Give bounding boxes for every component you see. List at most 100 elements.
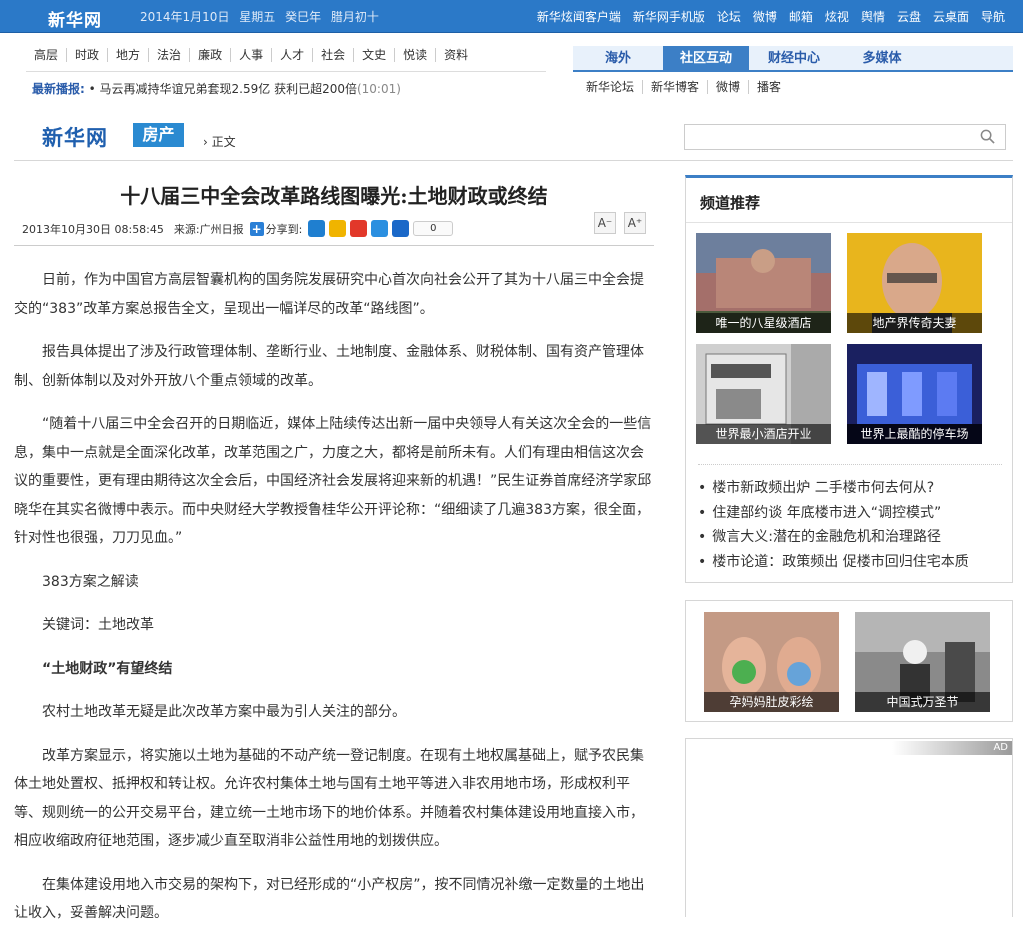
thumb-coolest-parking[interactable]: 世界上最酷的停车场 <box>847 344 982 444</box>
source-label: 来源: <box>173 222 200 236</box>
tab-community[interactable]: 社区互动 <box>663 46 749 72</box>
ticker-headline[interactable]: • 马云再减持华谊兄弟套现2.59亿 获利已超200倍 <box>89 82 357 96</box>
nav-item-integrity[interactable]: 廉政 <box>190 48 232 62</box>
nav-item-politics[interactable]: 时政 <box>67 48 109 62</box>
meta-divider <box>14 245 654 246</box>
top-link-client[interactable]: 新华炫闻客户端 <box>537 8 621 25</box>
article-datetime: 2013年10月30日 08:58:45 <box>22 222 164 236</box>
share-icons <box>308 220 410 237</box>
nav-item-local[interactable]: 地方 <box>108 48 150 62</box>
thumb-smallest-hotel[interactable]: 世界最小酒店开业 <box>696 344 831 444</box>
article-paragraph: 日前，作为中国官方高层智囊机构的国务院发展研究中心首次向社会公开了其为十八届三中… <box>14 272 644 317</box>
font-smaller-button[interactable]: A⁻ <box>594 212 616 234</box>
site-logo[interactable]: 新华网 <box>48 6 102 31</box>
nav-item-reading[interactable]: 悦读 <box>395 48 437 62</box>
thumb-eight-star-hotel[interactable]: 唯一的八星级酒店 <box>696 233 831 333</box>
share-star-icon[interactable] <box>329 220 347 237</box>
top-link-mobile[interactable]: 新华网手机版 <box>633 8 705 25</box>
list-item[interactable]: 微言大义:潜在的金融危机和治理路径 <box>698 525 969 550</box>
subtab-podcast[interactable]: 播客 <box>749 80 789 94</box>
nav-item-data[interactable]: 资料 <box>436 48 476 62</box>
top-link-cloud-desktop[interactable]: 云桌面 <box>933 8 969 25</box>
ticker-time: (10:01) <box>356 82 401 96</box>
thumb-caption: 世界最小酒店开业 <box>696 424 831 444</box>
tab-finance[interactable]: 财经中心 <box>751 46 837 72</box>
top-bar: 新华网 2014年1月10日 星期五 癸巳年 腊月初十 新华炫闻客户端 新华网手… <box>0 0 1023 33</box>
news-ticker: 最新播报: • 马云再减持华谊兄弟套现2.59亿 获利已超200倍(10:01) <box>32 80 401 97</box>
nav-item-society[interactable]: 社会 <box>313 48 355 62</box>
nav-item-talent[interactable]: 人才 <box>272 48 314 62</box>
top-link-navigation[interactable]: 导航 <box>981 8 1005 25</box>
list-item[interactable]: 住建部约谈 年底楼市进入“调控模式” <box>698 501 969 526</box>
article-title: 十八届三中全会改革路线图曝光:土地财政或终结 <box>120 184 548 208</box>
article-subheading: “土地财政”有望终结 <box>42 660 173 677</box>
thumb-caption: 唯一的八星级酒店 <box>696 313 831 333</box>
subtab-blog[interactable]: 新华博客 <box>643 80 709 94</box>
ticker-label: 最新播报: <box>32 82 85 96</box>
top-link-forum[interactable]: 论坛 <box>717 8 741 25</box>
share-weibo-icon[interactable] <box>350 220 368 237</box>
recommend-divider <box>686 222 1012 223</box>
article-paragraph: 改革方案显示，将实施以土地为基础的不动产统一登记制度。在现有土地权属基础上，赋予… <box>14 747 644 850</box>
article-paragraph: 报告具体提出了涉及行政管理体制、垄断行业、土地制度、金融体系、财税体制、国有资产… <box>14 344 644 389</box>
share-n-icon[interactable] <box>308 220 326 237</box>
share-count: 0 <box>413 221 454 236</box>
nav-item-history[interactable]: 文史 <box>354 48 396 62</box>
ad-label: AD <box>993 742 1008 753</box>
top-link-weibo[interactable]: 微博 <box>753 8 777 25</box>
recommend-title: 频道推荐 <box>700 194 761 212</box>
photo-news-box: 孕妈妈肚皮彩绘 中国式万圣节 <box>685 600 1013 722</box>
subtab-forum[interactable]: 新华论坛 <box>586 80 644 94</box>
thumb-caption: 孕妈妈肚皮彩绘 <box>704 692 839 712</box>
article-source[interactable]: 广州日报 <box>200 221 244 237</box>
thumb-caption: 中国式万圣节 <box>855 692 990 712</box>
list-item[interactable]: 楼市论道：政策频出 促楼市回归住宅本质 <box>698 550 968 575</box>
search-box <box>684 124 1006 150</box>
ad-box: AD <box>685 738 1013 917</box>
article-paragraph: 在集体建设用地入市交易的架构下，对已经形成的“小产权房”，按不同情况补缴一定数量… <box>14 876 645 922</box>
tab-overseas[interactable]: 海外 <box>575 46 661 72</box>
top-link-video[interactable]: 炫视 <box>825 8 849 25</box>
article-paragraph: 关键词：土地改革 <box>42 617 154 633</box>
list-divider <box>698 464 1002 465</box>
section-nav: 高层 时政 地方 法治 廉政 人事 人才 社会 文史 悦读 资料 <box>26 48 476 62</box>
top-link-mail[interactable]: 邮箱 <box>789 8 813 25</box>
font-larger-button[interactable]: A⁺ <box>624 212 646 234</box>
portal-tabs: 海外 社区互动 财经中心 多媒体 <box>573 46 1013 72</box>
article-paragraph: “随着十八届三中全会召开的日期临近，媒体上陆续传达出新一届中央领导人有关这次全会… <box>14 416 652 546</box>
top-link-cloud-disk[interactable]: 云盘 <box>897 8 921 25</box>
search-icon[interactable] <box>980 129 995 144</box>
share-plus-icon[interactable]: + <box>249 221 264 236</box>
search-input[interactable] <box>685 125 965 149</box>
share-p-icon[interactable] <box>371 220 389 237</box>
recommend-news-list: 楼市新政频出炉 二手楼市何去何从? 住建部约谈 年底楼市进入“调控模式” 微言大… <box>698 476 969 575</box>
share-label: 分享到: <box>265 222 303 236</box>
list-item[interactable]: 楼市新政频出炉 二手楼市何去何从? <box>698 476 969 501</box>
nav-item-law[interactable]: 法治 <box>149 48 191 62</box>
channel-recommend-box: 频道推荐 唯一的八星级酒店 地产界传奇夫妻 世界最小酒店开业 世界上最酷的停车场… <box>685 175 1013 583</box>
top-link-opinion[interactable]: 舆情 <box>861 8 885 25</box>
share-renren-icon[interactable] <box>392 220 410 237</box>
tab-multimedia[interactable]: 多媒体 <box>839 46 925 72</box>
article-body: 日前，作为中国官方高层智囊机构的国务院发展研究中心首次向社会公开了其为十八届三中… <box>14 266 654 928</box>
subtab-weibo[interactable]: 微博 <box>708 80 750 94</box>
community-subtabs: 新华论坛 新华博客 微博 播客 <box>586 80 789 94</box>
thumb-belly-painting[interactable]: 孕妈妈肚皮彩绘 <box>704 612 839 712</box>
breadcrumb: › 正文 <box>203 135 236 149</box>
thumb-caption: 地产界传奇夫妻 <box>847 313 982 333</box>
article-paragraph: 农村土地改革无疑是此次改革方案中最为引人关注的部分。 <box>42 704 406 720</box>
thumb-chinese-halloween[interactable]: 中国式万圣节 <box>855 612 990 712</box>
current-date: 2014年1月10日 星期五 癸巳年 腊月初十 <box>140 10 379 24</box>
thumb-legendary-couple[interactable]: 地产界传奇夫妻 <box>847 233 982 333</box>
channel-badge[interactable]: 房产 <box>133 123 184 147</box>
channel-brand-logo[interactable]: 新华网 <box>42 122 108 152</box>
ad-strip: AD <box>892 741 1012 755</box>
top-links: 新华炫闻客户端 新华网手机版 论坛 微博 邮箱 炫视 舆情 云盘 云桌面 导航 <box>537 8 1005 25</box>
nav-item-personnel[interactable]: 人事 <box>231 48 273 62</box>
article-paragraph: 383方案之解读 <box>42 573 139 590</box>
nav-divider <box>26 71 546 72</box>
nav-item-leadership[interactable]: 高层 <box>26 48 68 62</box>
article-meta: 2013年10月30日 08:58:45 来源: 广州日报 + 分享到: 0 <box>22 220 454 237</box>
subheader-divider <box>14 160 1013 161</box>
thumb-caption: 世界上最酷的停车场 <box>847 424 982 444</box>
